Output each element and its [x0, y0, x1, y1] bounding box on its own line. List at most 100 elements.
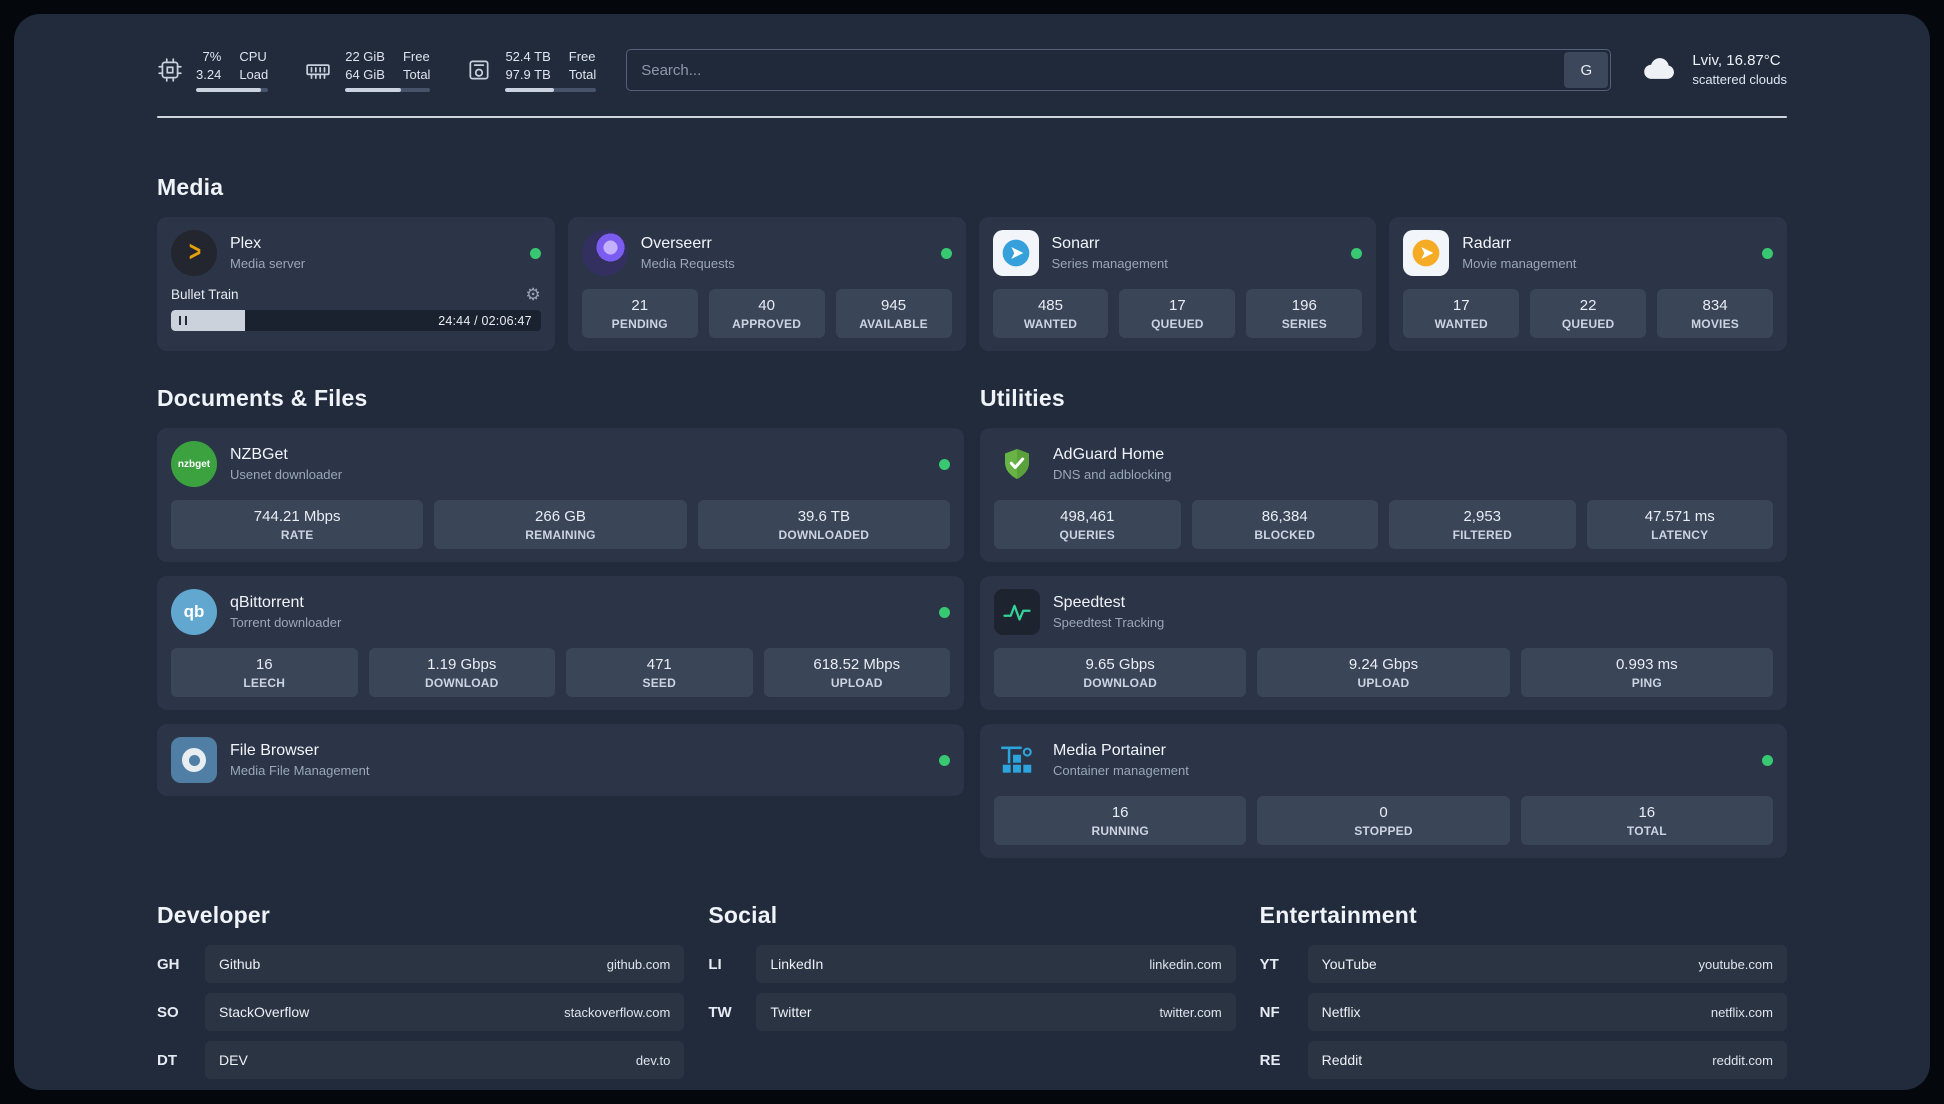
stat-queries: 498,461 QUERIES	[994, 500, 1181, 550]
app-card-plex[interactable]: > Plex Media server Bullet Train ⚙ 24:44…	[157, 217, 555, 352]
dashboard: 7% 3.24 CPU Load 22 GiB 64 GiB Free Tota…	[14, 14, 1930, 1090]
disk-metric-body: 52.4 TB 97.9 TB Free Total	[505, 48, 597, 93]
bookmark-url: netflix.com	[1710, 1004, 1773, 1020]
plex-icon: >	[171, 230, 217, 277]
bookmark-abbr: YT	[1259, 955, 1279, 973]
radarr-icon	[1403, 230, 1450, 277]
weather-condition: scattered clouds	[1692, 72, 1787, 88]
gear-icon[interactable]: ⚙	[526, 286, 541, 303]
app-card-nzbget[interactable]: nzbget NZBGet Usenet downloader 744.21 M…	[157, 428, 964, 563]
stat-label: RATE	[280, 528, 314, 543]
disk-free-value: 52.4 TB	[505, 49, 551, 64]
bookmark-link[interactable]: Twitter twitter.com	[756, 993, 1236, 1032]
bookmark-link[interactable]: Netflix netflix.com	[1307, 993, 1787, 1032]
app-card-speedtest[interactable]: Speedtest Speedtest Tracking 9.65 Gbps D…	[980, 576, 1787, 711]
bookmark-link[interactable]: Reddit reddit.com	[1307, 1041, 1787, 1080]
bookmark-name: Reddit	[1321, 1052, 1363, 1069]
app-card-sonarr[interactable]: Sonarr Series management 485 WANTED 17 Q…	[978, 217, 1377, 352]
app-card-radarr[interactable]: Radarr Movie management 17 WANTED 22 QUE…	[1389, 217, 1787, 352]
card-header: Radarr Movie management	[1403, 230, 1773, 277]
bookmark-dev[interactable]: DT DEV dev.to	[157, 1041, 685, 1080]
ram-usage-bar-fill	[345, 88, 402, 93]
app-card-qbittorrent[interactable]: qb qBittorrent Torrent downloader 16 LEE…	[157, 576, 964, 711]
app-name: Overseerr	[640, 235, 712, 253]
stat-download: 9.65 Gbps DOWNLOAD	[994, 648, 1247, 698]
stat-label: FILTERED	[1452, 528, 1512, 543]
bookmark-link[interactable]: Github github.com	[205, 945, 685, 984]
app-card-overseerr[interactable]: Overseerr Media Requests 21 PENDING 40 A…	[567, 217, 966, 352]
app-subtitle: Usenet downloader	[230, 467, 343, 483]
cpu-usage-bar	[196, 88, 269, 93]
app-card-filebrowser[interactable]: File Browser Media File Management	[157, 724, 964, 797]
dashboard-content: 7% 3.24 CPU Load 22 GiB 64 GiB Free Tota…	[157, 14, 1787, 1090]
app-text: Radarr Movie management	[1462, 235, 1576, 271]
bookmark-stackoverflow[interactable]: SO StackOverflow stackoverflow.com	[157, 993, 685, 1032]
stat-pending: 21 PENDING	[581, 289, 698, 339]
app-name: Plex	[230, 235, 262, 253]
system-metrics: 7% 3.24 CPU Load 22 GiB 64 GiB Free Tota…	[157, 48, 597, 93]
app-text: Sonarr Series management	[1052, 235, 1168, 271]
bookmark-abbr: TW	[708, 1003, 732, 1021]
stat-label: MOVIES	[1691, 317, 1739, 332]
stat-blocked: 86,384 BLOCKED	[1191, 500, 1378, 550]
search-input[interactable]	[626, 49, 1612, 92]
cpu-metric-body: 7% 3.24 CPU Load	[196, 48, 269, 93]
stat-value: 266 GB	[535, 508, 586, 526]
bookmark-youtube[interactable]: YT YouTube youtube.com	[1259, 945, 1787, 984]
search-engine-button[interactable]: G	[1564, 52, 1609, 89]
bookmarks-entertainment: Entertainment YT YouTube youtube.com NF …	[1259, 902, 1787, 1080]
card-header: > Plex Media server	[171, 230, 541, 277]
stat-value: 498,461	[1060, 508, 1115, 526]
bookmark-twitter[interactable]: TW Twitter twitter.com	[708, 993, 1236, 1032]
status-dot	[939, 606, 950, 618]
cloud-icon	[1641, 54, 1679, 87]
app-text: File Browser Media File Management	[230, 742, 369, 778]
bookmark-reddit[interactable]: RE Reddit reddit.com	[1260, 1041, 1787, 1080]
ram-total-value: 64 GiB	[345, 66, 385, 82]
qbittorrent-logo-text: qb	[183, 602, 205, 622]
card-header: nzbget NZBGet Usenet downloader	[171, 441, 950, 488]
ram-total-label: Total	[402, 66, 431, 82]
stat-total: 16 TOTAL	[1520, 796, 1773, 846]
app-text: Speedtest Speedtest Tracking	[1053, 594, 1164, 630]
bookmark-link[interactable]: YouTube youtube.com	[1307, 945, 1787, 984]
bookmark-link[interactable]: DEV dev.to	[205, 1041, 685, 1080]
section-title-social: Social	[708, 902, 778, 929]
bookmark-github[interactable]: GH Github github.com	[157, 945, 685, 984]
playback-progress-bar[interactable]: 24:44 / 02:06:47	[171, 310, 541, 332]
stat-rate: 744.21 Mbps RATE	[171, 500, 424, 550]
stat-filtered: 2,953 FILTERED	[1389, 500, 1576, 550]
stat-label: QUERIES	[1059, 528, 1115, 543]
filebrowser-icon-core	[188, 754, 200, 766]
stat-running: 16 RUNNING	[994, 796, 1247, 846]
playback-time: 24:44 / 02:06:47	[438, 313, 532, 328]
bookmark-url: github.com	[606, 956, 671, 972]
app-text: Plex Media server	[230, 235, 305, 271]
app-name: File Browser	[230, 742, 319, 760]
card-header: Sonarr Series management	[992, 230, 1363, 277]
stat-label: DOWNLOADED	[778, 528, 870, 543]
stat-label: UPLOAD	[830, 676, 883, 691]
app-card-portainer[interactable]: Media Portainer Container management 16 …	[980, 724, 1787, 859]
stat-approved: 40 APPROVED	[708, 289, 825, 339]
app-text: Overseerr Media Requests	[641, 235, 735, 271]
app-subtitle: Torrent downloader	[230, 615, 342, 631]
app-card-adguard[interactable]: AdGuard Home DNS and adblocking 498,461 …	[980, 428, 1787, 563]
bookmark-link[interactable]: LinkedIn linkedin.com	[756, 945, 1236, 984]
bookmark-linkedin[interactable]: LI LinkedIn linkedin.com	[708, 945, 1236, 984]
app-text: qBittorrent Torrent downloader	[230, 594, 341, 630]
bookmark-abbr: LI	[708, 955, 722, 973]
bookmark-netflix[interactable]: NF Netflix netflix.com	[1260, 993, 1787, 1032]
header-divider	[157, 116, 1787, 119]
stat-value: 0	[1379, 804, 1388, 822]
status-dot	[939, 754, 950, 766]
stats-row: 21 PENDING 40 APPROVED 945 AVAILABLE	[581, 289, 952, 339]
pause-icon[interactable]	[179, 316, 187, 326]
search-bar: G	[626, 49, 1612, 92]
stat-label: LATENCY	[1651, 528, 1709, 543]
stat-label: DOWNLOAD	[424, 676, 499, 691]
bookmark-link[interactable]: StackOverflow stackoverflow.com	[205, 993, 685, 1032]
stat-value: 17	[1452, 297, 1470, 315]
bookmark-rows: LI LinkedIn linkedin.com TW Twitter twit…	[708, 945, 1236, 1032]
section-title-utilities: Utilities	[980, 385, 1065, 412]
